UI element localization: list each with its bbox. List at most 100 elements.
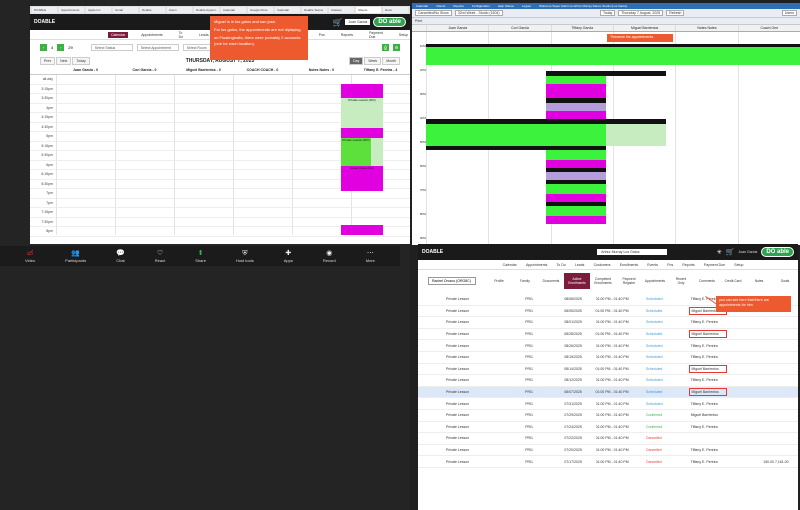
- arrow-left-button[interactable]: ‹: [40, 43, 47, 51]
- lesson-name[interactable]: Private Lesson: [418, 297, 491, 301]
- appointment-block[interactable]: [606, 124, 666, 146]
- tab-goals[interactable]: Goals: [772, 273, 798, 289]
- table-row[interactable]: Private Lesson PRI1 08/19/2025 01:00 PM - 0…: [418, 352, 798, 364]
- lesson-name[interactable]: Private Lesson: [418, 436, 491, 440]
- studio-select[interactable]: 32nd Week - Studio (1504): [454, 10, 503, 16]
- nav-calendar[interactable]: Calendar: [108, 31, 129, 38]
- gear-icon[interactable]: ✳: [717, 249, 722, 256]
- scheduler-grid[interactable]: 1PM 2PM 3PM 4PM 5PM 6PM 7PM 8PM 9PM: [412, 32, 800, 245]
- browser-tab[interactable]: Docs: [383, 7, 408, 13]
- user-name[interactable]: Juan Garcia: [738, 250, 757, 254]
- appointment-block[interactable]: [426, 124, 546, 146]
- print-button[interactable]: Print: [415, 19, 422, 23]
- menu-item[interactable]: Welcome Super Admin to Arthur Murray Dan…: [539, 4, 627, 8]
- more-control[interactable]: ⋯ More: [366, 249, 375, 263]
- appointment-block[interactable]: [426, 47, 800, 65]
- table-row[interactable]: Private Lesson PRI1 08/12/2025 01:00 PM - 0…: [418, 375, 798, 387]
- record-control[interactable]: ◉ Record: [323, 249, 336, 263]
- booking-header-bar[interactable]: [426, 146, 546, 150]
- browser-tab[interactable]: Doable Teams: [302, 7, 327, 13]
- lesson-name[interactable]: Private Lesson: [418, 378, 491, 382]
- react-control[interactable]: ♡ React: [155, 249, 165, 263]
- menu-item[interactable]: Logout: [522, 4, 531, 8]
- users-select[interactable]: Users: [781, 10, 798, 16]
- table-row[interactable]: Private Lesson PRI1 07/17/2025 01:00 PM - 0…: [418, 456, 798, 468]
- browser-tab[interactable]: Sheets: [356, 7, 381, 13]
- appointment-block[interactable]: Private Lesson (DO): [341, 138, 371, 166]
- appointment-block[interactable]: [546, 206, 606, 216]
- today-button[interactable]: Today: [599, 10, 616, 16]
- tab-family[interactable]: Family: [512, 273, 538, 289]
- lesson-name[interactable]: Private Lesson: [418, 460, 491, 464]
- appointment-block[interactable]: Group Class (DO): [341, 166, 383, 191]
- browser-tab[interactable]: Calendar: [221, 7, 246, 13]
- nav-customers[interactable]: Customers: [594, 263, 611, 267]
- share-control[interactable]: ⬆ Share: [195, 249, 206, 263]
- view-select[interactable]: Cancelled/No Show: [415, 10, 452, 16]
- location-search[interactable]: Arthur Murray Los Gatos: [597, 249, 668, 255]
- table-row[interactable]: Private Lesson PRI1 08/26/2025 01:00 PM - 0…: [418, 340, 798, 352]
- refresh-button[interactable]: Refresh: [666, 10, 685, 16]
- settings-icon[interactable]: ⚙: [393, 43, 400, 51]
- appointment-block[interactable]: Private Lesson (DO): [341, 98, 383, 128]
- menu-item[interactable]: Clients: [436, 4, 445, 8]
- customer-select[interactable]: Rachel Orozco (ORO8C): [428, 277, 476, 285]
- nav-payment-due[interactable]: Payment Due: [704, 263, 725, 267]
- appointment-block[interactable]: [546, 160, 606, 168]
- tab-documents[interactable]: Documents: [538, 273, 564, 289]
- table-row[interactable]: Private Lesson PRI1 08/01/2025 01:00 PM - 0…: [418, 317, 798, 329]
- chat-control[interactable]: 💬 Chat: [116, 249, 125, 263]
- table-row[interactable]: Private Lesson PRI1 07/31/2025 01:00 PM - 0…: [418, 398, 798, 410]
- appointment-select[interactable]: Select Appointment: [136, 43, 179, 51]
- table-row[interactable]: Private Lesson PRI1 07/20/2025 01:00 PM - 0…: [418, 445, 798, 457]
- nav-setup[interactable]: Setup: [396, 32, 410, 38]
- print-icon[interactable]: ⎙: [382, 43, 389, 51]
- appointment-block[interactable]: [546, 184, 606, 194]
- browser-tab[interactable]: Gmail: [113, 7, 138, 13]
- menu-item[interactable]: Configuration: [472, 4, 490, 8]
- video-control[interactable]: ▭̸ Video: [25, 249, 35, 263]
- table-row[interactable]: Private Lesson PRI1 07/29/2025 01:00 PM - 0…: [418, 410, 798, 422]
- menu-item[interactable]: Reports: [453, 4, 464, 8]
- cart-icon[interactable]: 🛒: [726, 248, 735, 256]
- lesson-name[interactable]: Private Lesson: [418, 355, 491, 359]
- browser-tab[interactable]: Doable: [140, 7, 165, 13]
- calendar-grid[interactable]: all-day 3:15pm 3:30pm 4pm 4:15pm 4:30pm 5pm 5:1…: [30, 75, 410, 237]
- nav-appointments[interactable]: Appointments: [138, 32, 165, 38]
- browser-tab[interactable]: Doable Appoin...: [194, 7, 219, 13]
- table-row[interactable]: Private Lesson PRI1 08/14/2025 01:00 PM - 0…: [418, 364, 798, 376]
- browser-tab[interactable]: Apple Inc: [86, 7, 111, 13]
- lesson-name[interactable]: Private Lesson: [418, 448, 491, 452]
- browser-tab[interactable]: Zoom: [167, 7, 192, 13]
- lesson-name[interactable]: Private Lesson: [418, 425, 491, 429]
- menu-item[interactable]: Calendar: [416, 4, 428, 8]
- nav-to-do[interactable]: To Do: [557, 263, 566, 267]
- table-row[interactable]: Private Lesson PRI1 08/28/2025 01:00 PM - 0…: [418, 329, 798, 341]
- tab-recent-only[interactable]: Recent Only: [668, 273, 694, 289]
- nav-pos[interactable]: Pos: [316, 32, 328, 38]
- browser-tab[interactable]: DOABLE: [32, 7, 57, 13]
- tab-credit-card[interactable]: Credit Card: [720, 273, 746, 289]
- browser-tab[interactable]: Calendar: [275, 7, 300, 13]
- appointment-block[interactable]: [341, 225, 383, 235]
- appointment-block[interactable]: [341, 128, 383, 138]
- appointment-block[interactable]: [546, 150, 606, 160]
- appointment-block[interactable]: [341, 89, 383, 98]
- tab-active-enrollments[interactable]: Active Enrollments: [564, 273, 590, 289]
- nav-reports[interactable]: Reports: [338, 32, 356, 38]
- lesson-name[interactable]: Private Lesson: [418, 332, 491, 336]
- tab-appointments[interactable]: Appointments: [642, 273, 668, 289]
- table-row[interactable]: Private Lesson PRI1 07/22/2025 01:00 PM - 0…: [418, 433, 798, 445]
- lesson-name[interactable]: Private Lesson: [418, 320, 491, 324]
- appointment-block[interactable]: [546, 111, 606, 119]
- appointment-block[interactable]: [546, 124, 606, 146]
- lesson-name[interactable]: Private Lesson: [418, 402, 491, 406]
- tab-notes[interactable]: Notes: [746, 273, 772, 289]
- menu-item[interactable]: Help Videos: [498, 4, 514, 8]
- nav-to-do[interactable]: To Do: [176, 30, 186, 40]
- appointment-block[interactable]: [546, 84, 606, 98]
- table-row[interactable]: Private Lesson PRI1 07/24/2025 01:00 PM - 0…: [418, 422, 798, 434]
- nav-leads[interactable]: Leads: [575, 263, 585, 267]
- tab-completed-enrollments[interactable]: Completed Enrollments: [590, 273, 616, 289]
- appointment-block[interactable]: [546, 76, 606, 84]
